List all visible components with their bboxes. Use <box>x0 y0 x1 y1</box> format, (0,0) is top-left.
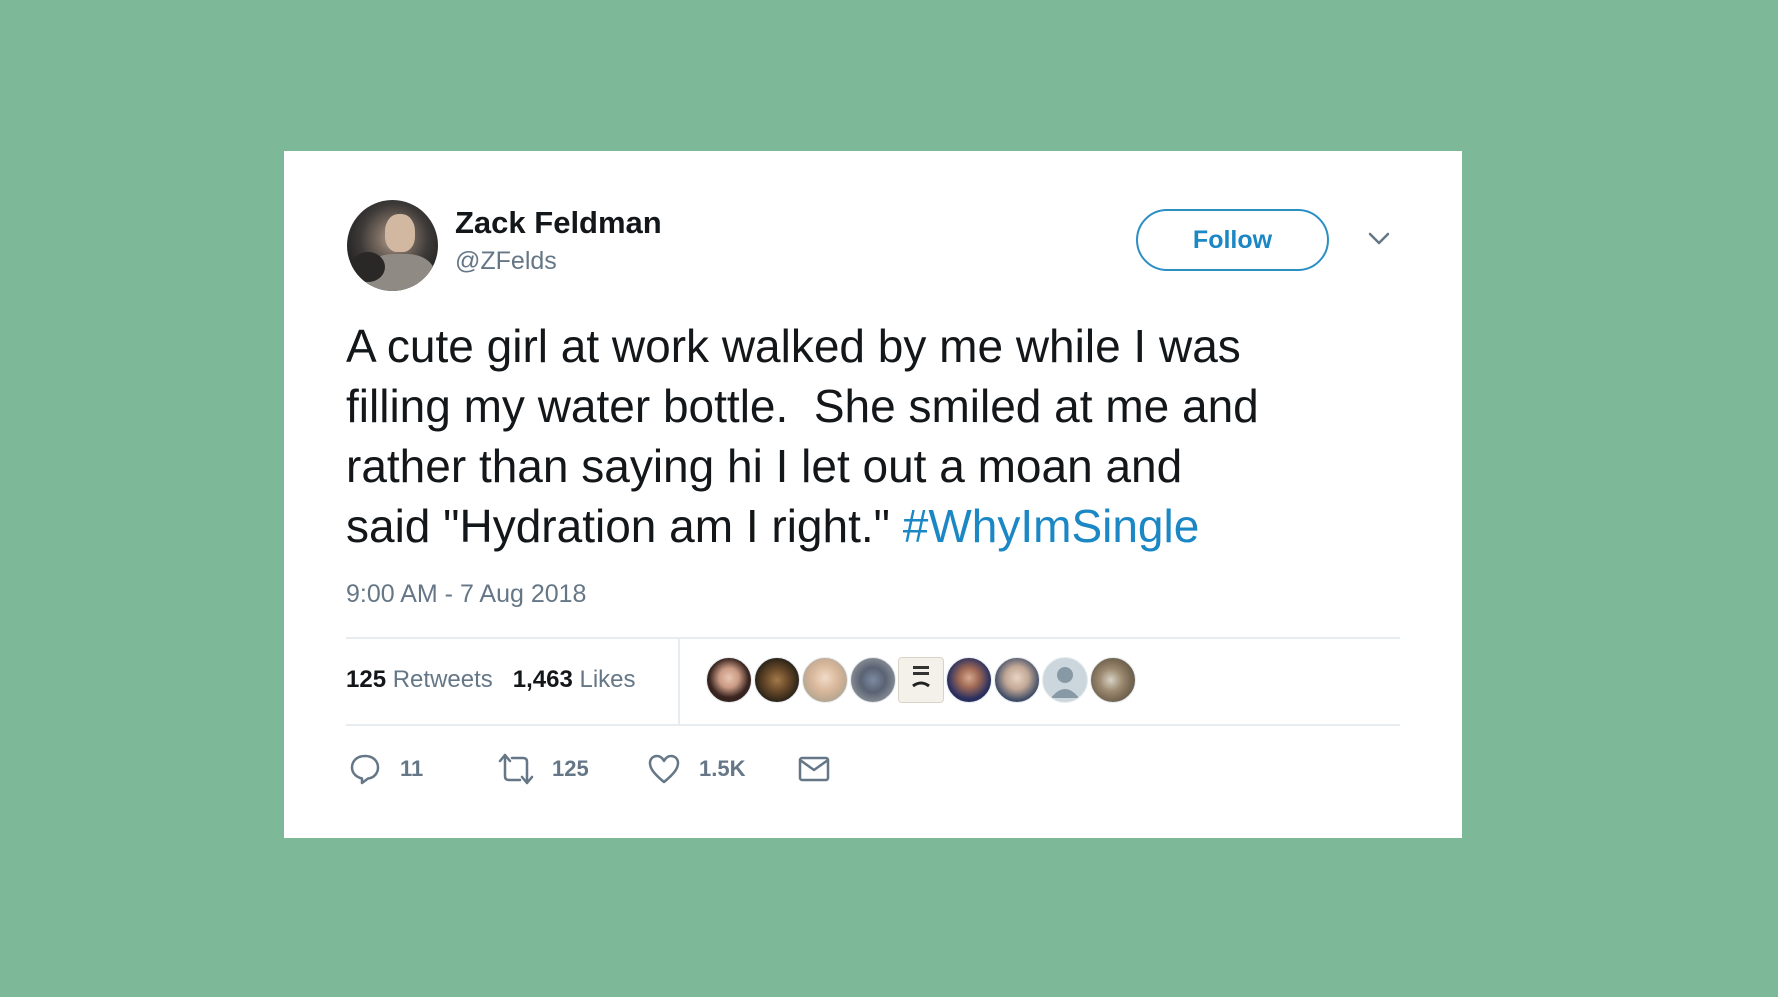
envelope-icon <box>798 756 830 782</box>
like-count: 1.5K <box>699 756 746 781</box>
direct-message-button[interactable] <box>798 749 830 789</box>
author-name[interactable]: Zack Feldman <box>455 205 662 241</box>
divider <box>346 637 1400 639</box>
engagement-stats: 125 Retweets 1,463 Likes <box>346 666 636 694</box>
likes-label: Likes <box>579 666 636 693</box>
likes-stat[interactable]: 1,463 Likes <box>513 666 636 693</box>
default-user-icon <box>1051 667 1079 698</box>
hashtag-link[interactable]: #WhyImSingle <box>903 500 1200 552</box>
like-button[interactable]: 1.5K <box>647 749 745 789</box>
liker-avatar[interactable] <box>1042 657 1088 703</box>
liker-avatar[interactable] <box>994 657 1040 703</box>
liker-avatar[interactable] <box>850 657 896 703</box>
avatar-glove <box>351 252 385 282</box>
liker-avatar[interactable] <box>898 657 944 703</box>
stats-divider <box>678 639 680 724</box>
retweets-stat[interactable]: 125 Retweets <box>346 666 493 693</box>
liker-avatar[interactable] <box>706 657 752 703</box>
liker-avatar[interactable] <box>754 657 800 703</box>
follow-button[interactable]: Follow <box>1136 209 1329 271</box>
reply-count: 11 <box>400 756 424 781</box>
tweet-text: A cute girl at work walked by me while I… <box>346 316 1426 556</box>
liker-avatar[interactable] <box>946 657 992 703</box>
tweet-text-line: rather than saying hi I let out a moan a… <box>346 440 1183 492</box>
retweet-count: 125 <box>552 756 589 781</box>
chevron-down-icon[interactable] <box>1367 231 1391 247</box>
liker-avatar[interactable] <box>802 657 848 703</box>
retweet-icon <box>498 753 534 785</box>
reply-button[interactable]: 11 <box>348 749 423 789</box>
retweet-button[interactable]: 125 <box>498 749 589 789</box>
tweet-card: Zack Feldman @ZFelds Follow A cute girl … <box>284 151 1462 838</box>
avatar-face <box>385 214 415 252</box>
liker-avatar[interactable] <box>1090 657 1136 703</box>
tweet-text-line: said "Hydration am I right." <box>346 500 903 552</box>
tweet-timestamp[interactable]: 9:00 AM - 7 Aug 2018 <box>346 580 586 609</box>
divider <box>346 724 1400 726</box>
tweet-text-line: filling my water bottle. She smiled at m… <box>346 380 1259 432</box>
reply-icon <box>350 754 380 785</box>
author-handle[interactable]: @ZFelds <box>455 247 557 276</box>
author-avatar[interactable] <box>347 200 438 291</box>
tweet-text-line-last: said "Hydration am I right." #WhyImSingl… <box>346 496 1426 556</box>
likes-count: 1,463 <box>512 666 573 693</box>
tweet-text-line: A cute girl at work walked by me while I… <box>346 320 1241 372</box>
heart-icon <box>648 754 680 784</box>
retweets-count: 125 <box>346 666 387 693</box>
retweets-label: Retweets <box>392 666 493 693</box>
bonjour-logo-icon <box>912 666 930 688</box>
